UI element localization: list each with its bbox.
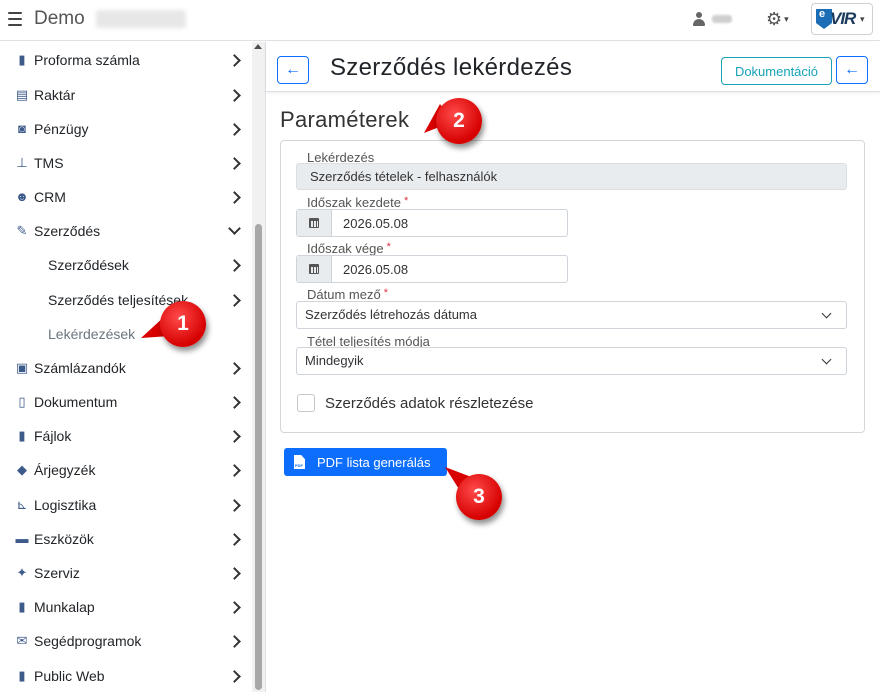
callout-badge-2: 2 xyxy=(436,98,482,144)
callout-badge-1: 1 xyxy=(160,301,206,347)
callout-pointers xyxy=(141,104,474,494)
callout-badge-3: 3 xyxy=(456,474,502,520)
